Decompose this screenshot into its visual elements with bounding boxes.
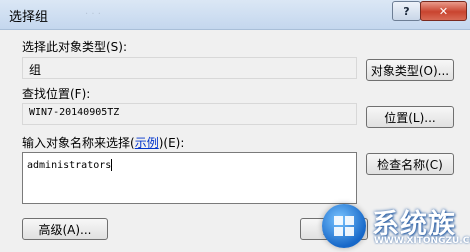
watermark-url: WWW.XITONGZU.COM xyxy=(374,236,470,246)
locations-button[interactable]: 位置(L)... xyxy=(366,106,454,128)
close-icon: ✕ xyxy=(438,4,449,18)
window-title: 选择组 xyxy=(9,10,49,25)
object-names-value: administrators xyxy=(27,160,112,171)
object-type-label: 选择此对象类型(S): xyxy=(22,40,128,54)
object-type-field: 组 xyxy=(22,57,357,79)
object-names-label-prefix: 输入对象名称来选择( xyxy=(22,136,135,150)
close-button[interactable]: ✕ xyxy=(420,1,467,21)
text-cursor xyxy=(111,159,113,171)
windows-logo-icon xyxy=(322,204,366,248)
examples-link[interactable]: 示例 xyxy=(135,136,159,150)
watermark-logo: 系统族 WWW.XITONGZU.COM xyxy=(318,200,470,252)
object-names-label-suffix: )(E): xyxy=(158,136,185,150)
object-names-label: 输入对象名称来选择(示例)(E): xyxy=(22,134,184,151)
question-icon: ? xyxy=(403,4,410,18)
background-ghost-text: . . . xyxy=(85,6,101,17)
advanced-button[interactable]: 高级(A)... xyxy=(22,218,108,240)
location-label: 查找位置(F): xyxy=(22,87,91,101)
title-bar: . . . 选择组 ? ✕ xyxy=(0,0,470,30)
location-field: WIN7-20140905TZ xyxy=(22,103,357,125)
object-names-input[interactable]: administrators xyxy=(22,152,357,204)
help-button[interactable]: ? xyxy=(392,1,421,21)
check-names-button[interactable]: 检查名称(C) xyxy=(366,153,454,175)
object-types-button[interactable]: 对象类型(O)... xyxy=(366,59,454,81)
